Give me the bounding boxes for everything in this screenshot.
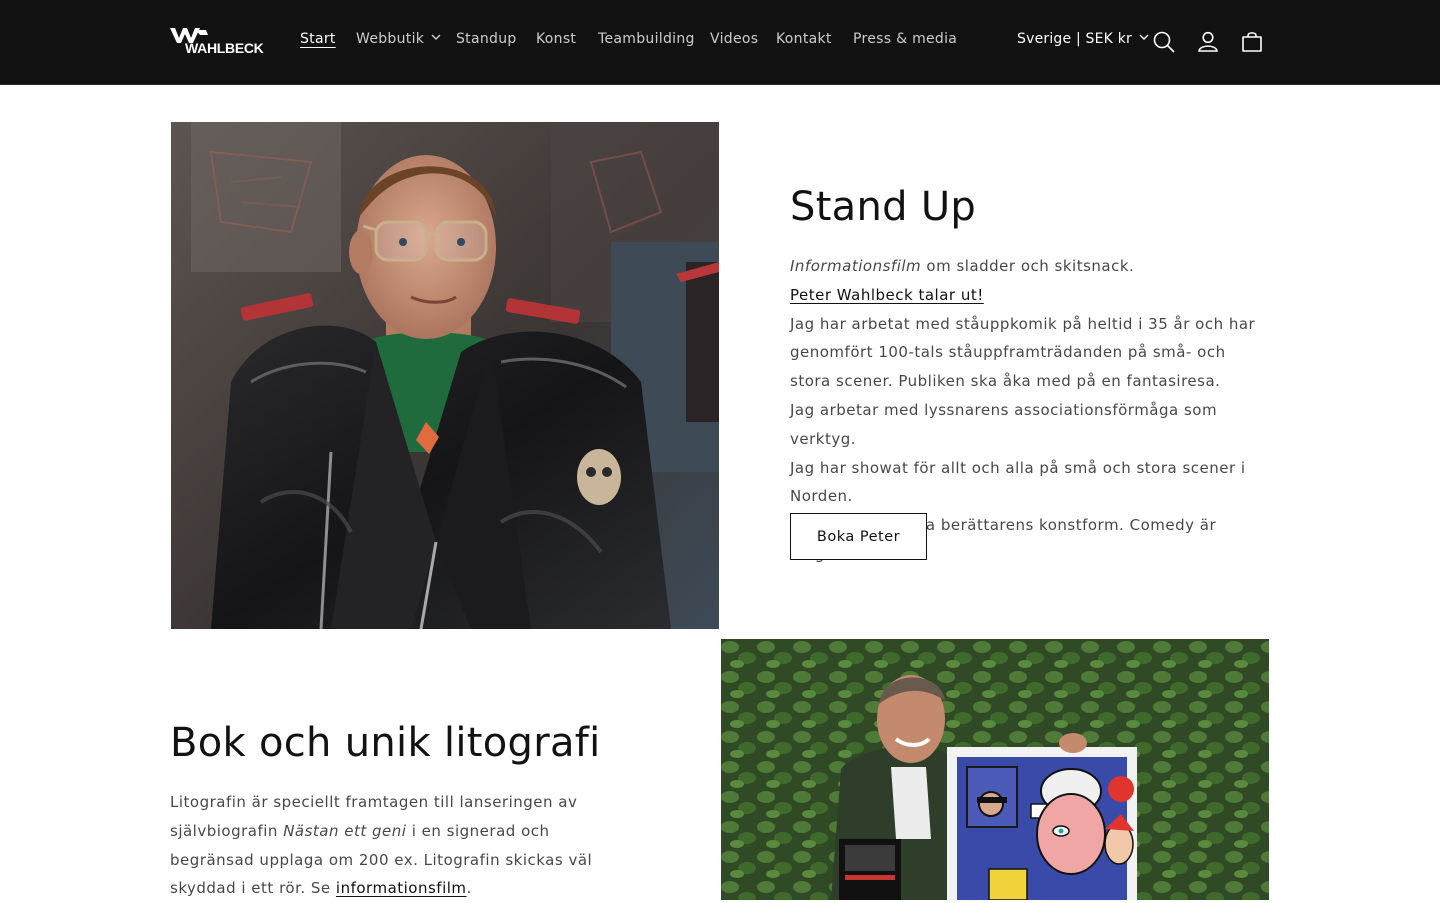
standup-intro: Informationsfilm om sladder och skitsnac…	[790, 252, 1270, 281]
nav-kontakt[interactable]: Kontakt	[776, 31, 832, 47]
informationsfilm-link[interactable]: informationsfilm	[336, 879, 467, 897]
chevron-down-icon	[431, 34, 441, 40]
standup-intro-italic: Informationsfilm	[790, 257, 922, 275]
book-text-c: .	[466, 879, 472, 898]
cart-icon	[1242, 32, 1262, 52]
standup-intro-rest: om sladder och skitsnack.	[921, 257, 1135, 275]
logo-wordmark: WAHLBECK	[185, 40, 264, 56]
cart-button[interactable]	[1238, 28, 1266, 56]
account-button[interactable]	[1194, 28, 1222, 56]
book-text: Litografin är speciellt framtagen till l…	[170, 788, 600, 903]
nav-konst[interactable]: Konst	[536, 31, 576, 47]
book-heading: Bok och unik litografi	[170, 720, 601, 766]
nav-standup[interactable]: Standup	[456, 31, 517, 47]
locale-selector[interactable]: Sverige | SEK kr	[1017, 31, 1149, 47]
search-icon	[1153, 31, 1175, 53]
standup-paragraph: Jag arbetar med lyssnarens associationsf…	[790, 400, 1218, 448]
nav-videos[interactable]: Videos	[710, 31, 758, 47]
standup-paragraph: Jag har showat för allt och alla på små …	[790, 458, 1246, 506]
standup-link-line: Peter Wahlbeck talar ut!	[790, 281, 1270, 310]
portrait-illustration	[171, 122, 719, 629]
logo[interactable]: WAHLBECK	[170, 28, 264, 58]
nav-start[interactable]: Start	[300, 31, 336, 47]
nav-press-media[interactable]: Press & media	[853, 31, 957, 47]
standup-talar-ut-link[interactable]: Peter Wahlbeck talar ut!	[790, 286, 984, 304]
nav-webbutik[interactable]: Webbutik	[356, 31, 441, 47]
boka-peter-button[interactable]: Boka Peter	[790, 513, 927, 560]
book-lithograph-image	[721, 639, 1269, 900]
search-button[interactable]	[1150, 28, 1178, 56]
standup-portrait-image	[171, 122, 719, 629]
book-paragraph: Litografin är speciellt framtagen till l…	[170, 788, 600, 903]
standup-paragraph: Jag har arbetat med ståuppkomik på helti…	[790, 314, 1256, 391]
site-header: WAHLBECK Start Webbutik Standup Konst Te…	[0, 0, 1440, 85]
locale-label: Sverige | SEK kr	[1017, 31, 1132, 47]
lithograph-illustration	[721, 639, 1269, 900]
nav-webbutik-label: Webbutik	[356, 31, 425, 47]
nav-teambuilding[interactable]: Teambuilding	[598, 31, 695, 47]
book-title-italic: Nästan ett geni	[283, 821, 407, 840]
chevron-down-icon	[1139, 34, 1149, 40]
standup-heading: Stand Up	[790, 184, 977, 230]
account-icon	[1198, 31, 1218, 52]
